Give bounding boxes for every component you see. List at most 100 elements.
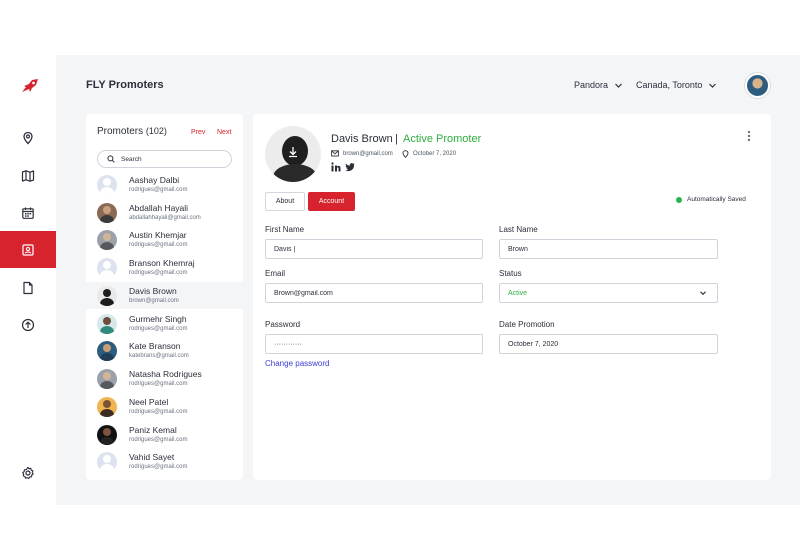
item-name: Austin Khemjar — [129, 229, 187, 240]
status-dot-icon — [676, 196, 682, 203]
location-dropdown[interactable]: Canada, Toronto — [636, 80, 717, 90]
autosave-status: Automatically Saved — [676, 196, 746, 203]
item-name: Aashay Dalbi — [129, 174, 180, 185]
sidebar-item-promoters[interactable] — [0, 231, 56, 268]
item-email: rodrigues@gmail.com — [129, 325, 188, 332]
avatar — [97, 424, 117, 445]
list-item-selected[interactable]: Davis Brown brown@gmail.com — [86, 282, 243, 309]
sidebar-item-location[interactable] — [0, 119, 56, 156]
list-item[interactable]: Gurmehr Singh rodrigues@gmail.com — [86, 310, 243, 337]
email-field[interactable] — [265, 283, 483, 303]
promoters-heading: Promoters (102) — [97, 126, 167, 137]
calendar-icon — [22, 207, 34, 219]
upload-circle-icon — [21, 318, 35, 331]
prev-button[interactable]: Prev — [191, 129, 205, 136]
search-input[interactable] — [121, 155, 221, 163]
date-promotion-label: Date Promotion — [499, 320, 555, 329]
item-email: katebrans@gmail.com — [129, 352, 189, 359]
avatar — [97, 340, 117, 361]
gear-icon — [22, 466, 34, 479]
location-dropdown-label: Canada, Toronto — [636, 80, 703, 90]
password-field[interactable]: ············ — [265, 334, 483, 354]
date-promotion-field[interactable] — [499, 334, 718, 354]
last-name-field[interactable] — [499, 239, 718, 259]
list-item[interactable]: Abdallah Hayali abdallahhayali@gmail.com — [86, 199, 243, 226]
twitter-icon[interactable] — [345, 162, 355, 172]
list-item[interactable]: Vahid Sayet rodrigues@gmail.com — [86, 448, 243, 475]
item-email: rodrigues@gmail.com — [129, 269, 188, 276]
item-email: rodrigues@gmail.com — [129, 186, 188, 193]
map-icon — [21, 169, 35, 182]
item-email: brown@gmail.com — [129, 297, 179, 304]
sidebar-item-upload[interactable] — [0, 306, 56, 343]
page-title: FLY Promoters — [86, 79, 164, 91]
profile-separator: | — [395, 133, 398, 145]
item-name: Vahid Sayet — [129, 451, 175, 462]
item-email: rodrigues@gmail.com — [129, 436, 188, 443]
search-box[interactable] — [97, 150, 232, 168]
last-name-label: Last Name — [499, 225, 538, 234]
item-email: rodrigues@gmail.com — [129, 241, 188, 248]
avatar — [97, 229, 117, 250]
document-icon — [23, 281, 33, 294]
location-pin-icon — [402, 150, 409, 158]
first-name-input[interactable] — [274, 245, 482, 253]
email-label: Email — [265, 269, 286, 278]
password-label: Password — [265, 320, 301, 329]
list-item[interactable]: Kate Branson katebrans@gmail.com — [86, 337, 243, 364]
item-email: rodrigues@gmail.com — [129, 380, 188, 387]
fly-logo-icon[interactable] — [20, 78, 40, 94]
item-email: rodrigues@gmail.com — [129, 463, 188, 470]
avatar — [97, 285, 117, 306]
first-name-field[interactable] — [265, 239, 483, 259]
avatar — [97, 368, 117, 389]
password-input[interactable]: ············ — [274, 341, 302, 348]
last-name-input[interactable] — [508, 245, 717, 253]
sidebar-item-calendar[interactable] — [0, 194, 56, 231]
date-promotion-input[interactable] — [508, 340, 717, 348]
list-item[interactable]: Austin Khemjar rodrigues@gmail.com — [86, 226, 243, 253]
first-name-label: First Name — [265, 225, 305, 234]
org-dropdown[interactable]: Pandora — [574, 80, 623, 90]
item-name: Neel Patel — [129, 396, 169, 407]
more-options-icon[interactable] — [745, 129, 753, 143]
profile-photo[interactable] — [265, 126, 321, 182]
list-item[interactable]: Paniz Kemal rodrigues@gmail.com — [86, 421, 243, 448]
list-item[interactable]: Neel Patel rodrigues@gmail.com — [86, 393, 243, 420]
status-label: Status — [499, 269, 522, 278]
promoters-list-panel: Promoters (102) Prev Next Aashay Dalbiro… — [86, 114, 243, 480]
item-name: Gurmehr Singh — [129, 313, 187, 324]
item-email: abdallahhayali@gmail.com — [129, 214, 201, 221]
email-input[interactable] — [274, 289, 482, 297]
list-item[interactable]: Aashay Dalbi rodrigues@gmail.com — [86, 171, 243, 198]
avatar — [97, 451, 117, 472]
promoters-count: (102) — [145, 126, 167, 136]
tab-about[interactable]: About — [265, 192, 305, 211]
chevron-down-icon — [700, 291, 706, 296]
search-icon — [107, 155, 115, 163]
avatar — [97, 396, 117, 417]
change-password-link[interactable]: Change password — [265, 359, 329, 368]
item-name: Natasha Rodrigues — [129, 368, 202, 379]
tab-account[interactable]: Account — [308, 192, 355, 211]
user-avatar[interactable] — [745, 73, 770, 98]
sidebar-item-documents[interactable] — [0, 269, 56, 306]
profile-email-text: brown@gmail.com — [343, 150, 393, 157]
avatar — [97, 257, 117, 278]
item-name: Kate Branson — [129, 340, 181, 351]
chevron-down-icon — [615, 83, 622, 88]
list-item[interactable]: Natasha Rodrigues rodrigues@gmail.com — [86, 365, 243, 392]
profile-status: Active Promoter — [403, 133, 482, 145]
list-item[interactable]: Branson Khemraj rodrigues@gmail.com — [86, 254, 243, 281]
item-name: Davis Brown — [129, 285, 177, 296]
sidebar-item-settings[interactable] — [0, 454, 56, 491]
location-pin-icon — [23, 131, 33, 144]
status-select[interactable]: Active — [499, 283, 718, 303]
next-button[interactable]: Next — [217, 129, 231, 136]
linkedin-icon[interactable] — [331, 162, 341, 172]
item-name: Paniz Kemal — [129, 424, 177, 435]
sidebar-item-map[interactable] — [0, 157, 56, 194]
profile-email: brown@gmail.com — [331, 150, 393, 157]
download-icon — [289, 147, 297, 158]
item-name: Abdallah Hayali — [129, 202, 189, 213]
